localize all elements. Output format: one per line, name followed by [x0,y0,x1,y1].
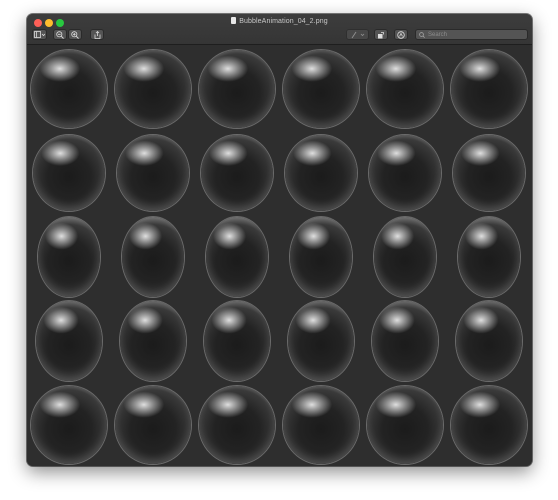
document-icon [231,17,237,24]
bubble-frame [111,215,195,299]
title-bar: BubbleAnimation_04_2.png Search [27,14,532,45]
search-field[interactable]: Search [415,29,528,40]
sidebar-toggle-button[interactable] [32,29,47,40]
bubble-frame [447,131,531,215]
bubble-sphere [36,301,102,381]
image-canvas [27,45,532,466]
bubble-frame [111,131,195,215]
zoom-in-button[interactable] [68,29,82,40]
sidebar-toggle-icon [34,31,45,38]
bubble-frame [195,47,279,131]
zoom-out-icon [56,30,64,39]
bubble-sphere [201,135,273,211]
search-icon [419,31,425,38]
bubble-frame [279,131,363,215]
zoom-out-button[interactable] [53,29,67,40]
bubble-frame [27,47,111,131]
bubble-sphere [288,301,354,381]
bubble-frame [279,215,363,299]
bubble-sphere [199,386,275,464]
bubble-frame [363,131,447,215]
share-button[interactable] [90,29,104,40]
bubble-sphere [204,301,270,381]
bubble-frame [27,131,111,215]
bubble-sphere [115,50,191,128]
bubble-sphere [120,301,186,381]
bubble-sphere [283,50,359,128]
bubble-frame [195,383,279,466]
bubble-frame [363,47,447,131]
bubble-sphere [458,217,520,297]
bubble-frame [447,215,531,299]
bubble-frame [363,215,447,299]
preview-window: BubbleAnimation_04_2.png Search [27,14,532,466]
bubble-frame [447,299,531,383]
bubble-frame [195,299,279,383]
bubble-sphere [117,135,189,211]
zoom-in-icon [71,30,79,39]
rotate-icon [378,31,384,38]
bubble-sphere [367,50,443,128]
bubble-sphere [456,301,522,381]
bubble-sphere [33,135,105,211]
bubble-frame [195,131,279,215]
bubble-sphere [115,386,191,464]
bubble-frame [195,215,279,299]
bubble-sphere [367,386,443,464]
bubble-frame [279,47,363,131]
bubble-sphere [283,386,359,464]
bubble-frame [447,383,531,466]
bubble-frame [279,299,363,383]
window-title-text: BubbleAnimation_04_2.png [239,18,328,25]
bubble-sphere [451,50,527,128]
bubble-frame [279,383,363,466]
bubble-grid [27,47,532,466]
bubble-frame [363,383,447,466]
bubble-sphere [372,301,438,381]
bubble-frame [447,47,531,131]
markup-button[interactable] [346,29,369,40]
bubble-sphere [31,50,107,128]
bubble-sphere [122,217,184,297]
annotate-circle-icon [397,30,405,39]
bubble-sphere [290,217,352,297]
pen-markup-icon [351,31,364,38]
annotate-button[interactable] [394,29,408,40]
bubble-sphere [199,50,275,128]
bubble-frame [111,47,195,131]
bubble-sphere [285,135,357,211]
search-placeholder: Search [428,31,448,38]
bubble-frame [111,383,195,466]
bubble-sphere [369,135,441,211]
rotate-button[interactable] [374,29,388,40]
bubble-sphere [31,386,107,464]
window-title: BubbleAnimation_04_2.png [27,17,532,25]
bubble-sphere [206,217,268,297]
share-icon [94,30,100,39]
bubble-frame [27,299,111,383]
bubble-frame [111,299,195,383]
bubble-sphere [38,217,100,297]
bubble-sphere [451,386,527,464]
bubble-frame [27,215,111,299]
bubble-sphere [374,217,436,297]
bubble-frame [363,299,447,383]
bubble-frame [27,383,111,466]
bubble-sphere [453,135,525,211]
